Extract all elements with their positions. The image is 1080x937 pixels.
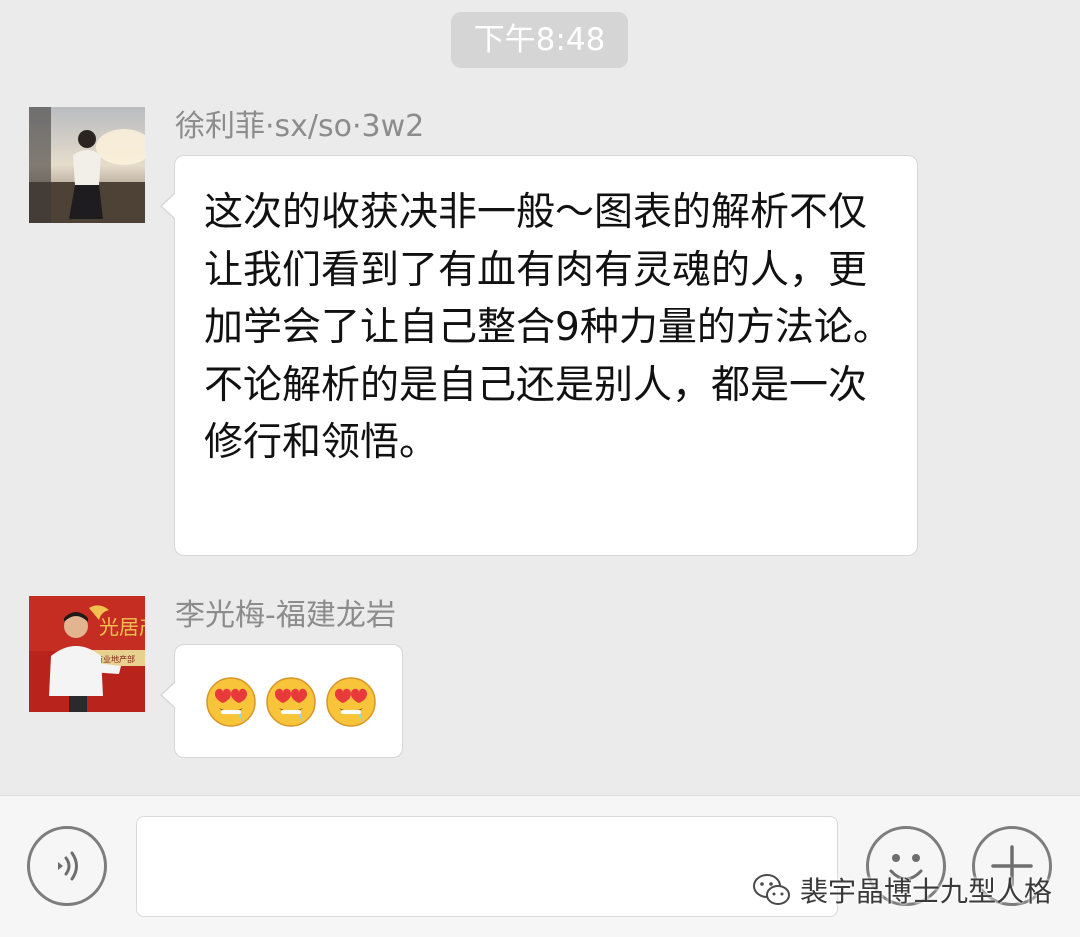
input-bar [0,795,1080,937]
heart-eyes-drooling-emoji [326,677,376,727]
heart-eyes-drooling-emoji [266,677,316,727]
wechat-icon [753,874,790,905]
avatar-li-guangmei[interactable]: 光居产 商业地产部 [29,596,145,712]
sender-name: 李光梅-福建龙岩 [175,598,396,633]
heart-eyes-drooling-emoji [206,677,256,727]
sender-name: 徐利菲·sx/so·3w2 [175,109,425,144]
chat-area[interactable]: 下午8:48 徐利菲·sx/so·3w2 这次的收获决非一般～图表的解析不仅让我… [0,0,1080,795]
watermark-text: 裴宇晶博士九型人格 [800,875,1053,908]
voice-wave-icon [58,851,78,881]
message-bubble[interactable] [160,644,403,758]
emoji-row [205,676,377,728]
avatar-sign-text: 光居产 [99,615,145,639]
message-text: 这次的收获决非一般～图表的解析不仅让我们看到了有血有肉有灵魂的人，更加学会了让自… [204,190,892,465]
avatar-xu-lifei[interactable] [29,107,145,223]
voice-button[interactable] [27,826,107,906]
message-input[interactable] [136,816,838,917]
watermark: 裴宇晶博士九型人格 [752,870,1052,910]
message-bubble[interactable]: 这次的收获决非一般～图表的解析不仅让我们看到了有血有肉有灵魂的人，更加学会了让自… [160,155,918,556]
time-divider: 下午8:48 [451,12,628,68]
